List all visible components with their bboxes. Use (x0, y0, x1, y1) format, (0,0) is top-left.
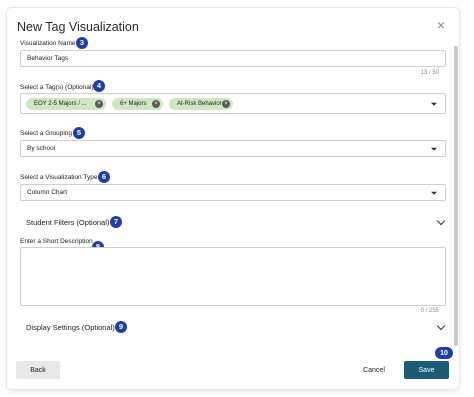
new-tag-visualization-dialog: New Tag Visualization × Visualization Na… (7, 8, 459, 389)
remove-tag-icon[interactable]: × (222, 100, 230, 108)
visualization-type-selected-value: Column Chart (27, 189, 68, 196)
step-badge-3: 3 (76, 37, 88, 49)
name-char-counter: 13 / 50 (420, 70, 439, 76)
tag-chip: At-Risk Behavior × (169, 98, 233, 110)
tags-dropdown-caret-icon[interactable] (431, 102, 437, 106)
step-badge-6: 6 (98, 171, 110, 183)
description-char-counter: 0 / 255 (420, 308, 439, 314)
display-settings-label: Display Settings (Optional) (26, 322, 115, 332)
scrollbar-thumb[interactable] (454, 46, 458, 346)
grouping-label: Select a Grouping (20, 130, 73, 137)
description-label: Enter a Short Description (20, 238, 93, 245)
close-icon[interactable]: × (437, 18, 445, 32)
dialog-title: New Tag Visualization (17, 20, 139, 34)
step-badge-5: 5 (73, 127, 85, 139)
step-badge-10: 10 (435, 347, 453, 359)
student-filters-label: Student Filters (Optional) (26, 217, 110, 227)
chevron-down-icon (436, 216, 446, 226)
visualization-name-text[interactable] (27, 55, 445, 62)
visualization-name-input[interactable] (20, 50, 446, 67)
dialog-footer: Back Cancel Save (7, 358, 459, 389)
visualization-type-caret-icon (431, 191, 437, 195)
tags-label: Select a Tag(s) (Optional) (20, 84, 94, 91)
tag-chip-label: 6+ Majors (120, 101, 147, 107)
remove-tag-icon[interactable]: × (152, 100, 160, 108)
tag-chip-label: EOY 2-5 Majors / ... (34, 101, 87, 107)
visualization-name-label: Visualization Name (20, 40, 76, 47)
tags-multiselect[interactable]: EOY 2-5 Majors / ... × 6+ Majors × At-Ri… (20, 93, 446, 114)
remove-tag-icon[interactable]: × (95, 100, 103, 108)
visualization-type-label: Select a Visualization Type (20, 174, 98, 181)
tag-chip: 6+ Majors × (112, 98, 163, 110)
cancel-button[interactable]: Cancel (352, 361, 396, 379)
grouping-select[interactable]: By school (20, 140, 446, 157)
description-textarea[interactable] (20, 247, 446, 306)
tag-chip-label: At-Risk Behavior (177, 101, 222, 107)
grouping-caret-icon (431, 147, 437, 151)
tag-chip: EOY 2-5 Majors / ... × (26, 98, 106, 110)
save-button[interactable]: Save (404, 361, 449, 379)
visualization-type-select[interactable]: Column Chart (20, 184, 446, 201)
student-filters-toggle[interactable]: Student Filters (Optional) (20, 215, 446, 229)
display-settings-toggle[interactable]: Display Settings (Optional) (20, 320, 446, 334)
step-badge-4: 4 (93, 80, 105, 92)
back-button[interactable]: Back (16, 361, 60, 379)
step-badge-7: 7 (110, 216, 122, 228)
chevron-down-icon (436, 321, 446, 331)
step-badge-9: 9 (115, 321, 127, 333)
grouping-selected-value: By school (27, 145, 56, 152)
